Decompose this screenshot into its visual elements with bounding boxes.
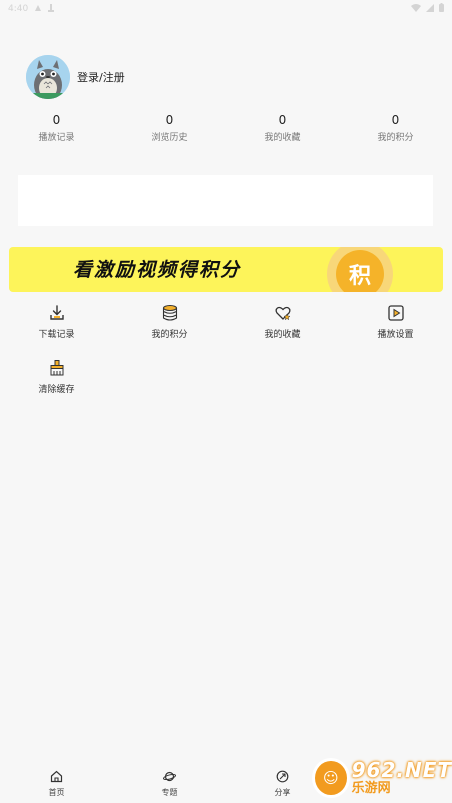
signal-icon [426,3,434,15]
nav-item-home[interactable]: 首页 [0,764,113,803]
share-icon [276,770,289,783]
coins-icon [162,304,177,321]
stat-value: 0 [391,113,400,127]
stat-label: 浏览历史 [151,133,188,143]
download-status-icon [48,3,55,15]
stat-value: 0 [278,113,287,127]
menu-label: 播放设置 [377,330,414,340]
play-settings-icon [387,305,404,321]
reward-video-banner[interactable]: 看激励视频得积分 积 [9,247,443,292]
menu-item-favorites[interactable]: 我的收藏 [226,302,339,357]
nav-item-topics[interactable]: 专题 [113,764,226,803]
login-register-link[interactable]: 登录/注册 [77,69,125,85]
stat-points[interactable]: 0 我的积分 [339,112,452,143]
heart-star-icon [274,306,291,321]
totoro-avatar-icon [26,55,70,99]
site-watermark: ☺ 962.NET 乐游网 [312,752,452,803]
stat-label: 我的收藏 [264,133,301,143]
points-coin-icon: 积 [336,250,384,292]
banner-text: 看激励视频得积分 [73,259,242,281]
stats-row: 0 播放记录 0 浏览历史 0 我的收藏 0 我的积分 [0,112,452,143]
status-time: 4:40 [8,4,29,14]
coin-char: 积 [348,264,371,289]
watermark-subtitle: 乐游网 [351,781,391,796]
menu-item-clear-cache[interactable]: 清除缓存 [0,357,113,412]
menu-label: 清除缓存 [38,385,75,395]
menu-grid: 下载记录 我的积分 我的收藏 播放设置 清除缓存 [0,302,452,412]
nav-label: 专题 [161,788,178,797]
menu-label: 我的积分 [151,330,188,340]
ad-placeholder-card [18,175,433,226]
download-icon [49,305,64,320]
stat-label: 我的积分 [377,133,414,143]
home-icon [50,770,63,783]
stat-browse-history[interactable]: 0 浏览历史 [113,112,226,143]
menu-item-points[interactable]: 我的积分 [113,302,226,357]
stat-label: 播放记录 [38,133,75,143]
status-bar: 4:40 [0,0,452,18]
menu-item-downloads[interactable]: 下载记录 [0,302,113,357]
stat-favorites[interactable]: 0 我的收藏 [226,112,339,143]
battery-icon [439,3,444,15]
nav-label: 首页 [48,788,65,797]
wifi-icon [411,3,421,15]
stat-value: 0 [52,113,61,127]
profile-header[interactable]: 登录/注册 [26,55,125,99]
menu-label: 我的收藏 [264,330,301,340]
planet-icon [163,771,176,782]
watermark-logo-icon: ☺ [312,757,350,798]
nav-label: 分享 [274,788,291,797]
menu-item-play-settings[interactable]: 播放设置 [339,302,452,357]
menu-label: 下载记录 [38,330,75,340]
stat-value: 0 [165,113,174,127]
avatar[interactable] [26,55,70,99]
stat-play-history[interactable]: 0 播放记录 [0,112,113,143]
broom-icon [50,360,63,376]
notification-icon [34,4,42,15]
watermark-brand: 962.NET [351,758,452,782]
